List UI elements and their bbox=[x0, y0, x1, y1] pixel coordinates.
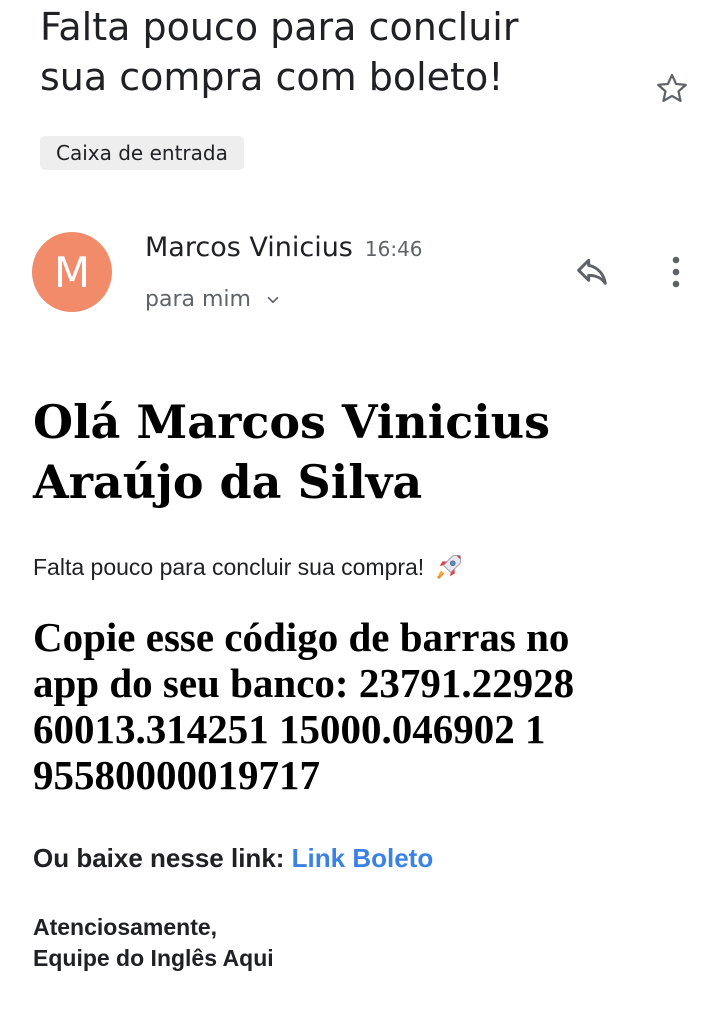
rocket-icon bbox=[437, 554, 462, 579]
barcode-line-3: 60013.314251 15000.046902 1 bbox=[33, 706, 546, 752]
signoff-line-2: Equipe do Inglês Aqui bbox=[33, 945, 274, 971]
greeting-heading: Olá Marcos Vinicius Araújo da Silva bbox=[33, 392, 693, 512]
email-subject-line-1: Falta pouco para concluir bbox=[40, 5, 519, 49]
signoff-line-1: Atenciosamente, bbox=[33, 914, 218, 940]
barcode-instructions: Copie esse código de barras no app do se… bbox=[33, 614, 713, 798]
greeting-line-1: Olá Marcos Vinicius bbox=[33, 395, 551, 449]
sender-name[interactable]: Marcos Vinicius bbox=[145, 232, 353, 263]
label-chip-inbox[interactable]: Caixa de entrada bbox=[40, 136, 244, 170]
avatar[interactable]: M bbox=[32, 232, 112, 312]
barcode-line-4: 95580000019717 bbox=[33, 752, 320, 798]
signature: Atenciosamente, Equipe do Inglês Aqui bbox=[33, 912, 274, 974]
chevron-down-icon bbox=[263, 290, 283, 310]
avatar-initial: M bbox=[53, 247, 91, 297]
barcode-line-2: app do seu banco: 23791.22928 bbox=[33, 660, 575, 706]
star-button[interactable] bbox=[651, 68, 693, 110]
email-subject: Falta pouco para concluir sua compra com… bbox=[40, 2, 640, 102]
recipient-label: para mim bbox=[145, 287, 251, 312]
barcode-line-1: Copie esse código de barras no bbox=[33, 614, 570, 660]
greeting-line-2: Araújo da Silva bbox=[33, 455, 423, 509]
sent-time: 16:46 bbox=[364, 237, 423, 261]
star-outline-icon bbox=[657, 73, 687, 102]
more-options-button[interactable] bbox=[656, 250, 696, 294]
intro-paragraph: Falta pouco para concluir sua compra! bbox=[33, 552, 464, 582]
download-paragraph: Ou baixe nesse link: Link Boleto bbox=[33, 843, 433, 874]
intro-text: Falta pouco para concluir sua compra! bbox=[33, 553, 425, 580]
recipient-details-toggle[interactable]: para mim bbox=[145, 287, 283, 312]
reply-icon bbox=[577, 258, 607, 285]
reply-button[interactable] bbox=[568, 250, 616, 294]
email-subject-line-2: sua compra com boleto! bbox=[40, 55, 504, 99]
boleto-link[interactable]: Link Boleto bbox=[292, 843, 434, 873]
more-vert-icon bbox=[672, 256, 680, 288]
download-prefix: Ou baixe nesse link: bbox=[33, 843, 285, 873]
sender-header: Marcos Vinicius 16:46 bbox=[145, 232, 423, 263]
